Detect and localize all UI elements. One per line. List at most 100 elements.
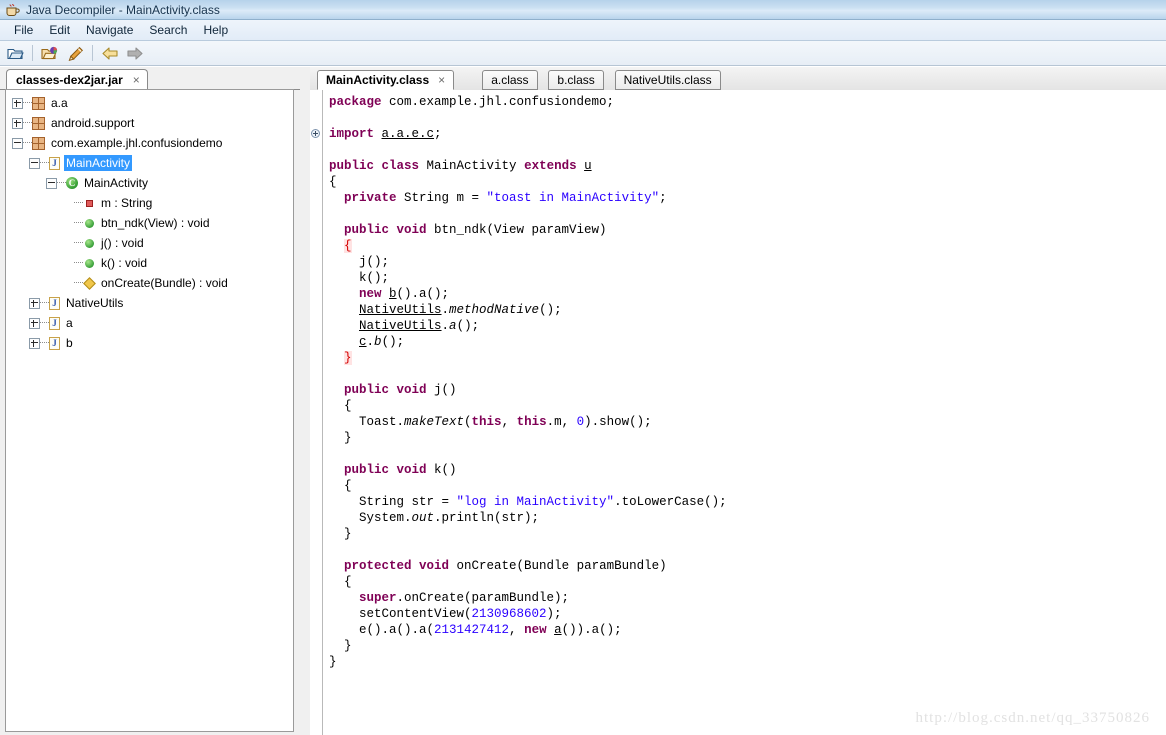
editor-tab-label: MainActivity.class: [326, 73, 430, 87]
code-token: "toast in MainActivity": [486, 191, 660, 205]
code-token: 0: [576, 415, 585, 429]
tree-node[interactable]: Ja: [6, 313, 293, 333]
protected-method-icon: [83, 276, 96, 290]
pane-splitter[interactable]: [300, 67, 310, 735]
back-icon[interactable]: [99, 43, 121, 64]
code-token: ).show();: [584, 415, 652, 429]
code-editor[interactable]: package com.example.jhl.confusiondemo; i…: [310, 90, 1166, 735]
java-cup-icon: [5, 3, 20, 17]
class-tree[interactable]: a.a android.support com.example.jhl.confus…: [5, 89, 294, 732]
code-token: .: [366, 335, 375, 349]
code-token: b: [389, 287, 397, 301]
editor-tab[interactable]: NativeUtils.class: [614, 70, 721, 90]
code-token: String m =: [404, 191, 487, 205]
editor-tab-close-icon[interactable]: ×: [438, 73, 445, 87]
menu-search[interactable]: Search: [141, 21, 195, 39]
tree-collapse-icon[interactable]: [29, 157, 40, 169]
open-file-icon[interactable]: [4, 43, 26, 64]
application-window: Java Decompiler - MainActivity.class Fil…: [0, 0, 1166, 735]
tree-node-label: a.a: [51, 96, 68, 110]
toolbar-separator-1: [32, 45, 33, 61]
tree-node[interactable]: k() : void: [6, 253, 293, 273]
tree-connector: [40, 322, 49, 324]
code-token: {: [329, 575, 352, 589]
code-token: public void: [344, 383, 435, 397]
tree-node[interactable]: C MainActivity: [6, 173, 293, 193]
tree-node[interactable]: J NativeUtils: [6, 293, 293, 313]
code-line: new b().a();: [323, 286, 1166, 302]
menu-help[interactable]: Help: [195, 21, 236, 39]
code-line: public void k(): [323, 462, 1166, 478]
tree-connector: [23, 122, 32, 124]
code-token: methodNative: [449, 303, 540, 317]
code-line: Toast.makeText(this, this.m, 0).show();: [323, 414, 1166, 430]
pen-icon[interactable]: [64, 43, 86, 64]
code-token: j();: [329, 255, 390, 269]
code-token: .: [441, 303, 450, 317]
code-line: super.onCreate(paramBundle);: [323, 590, 1166, 606]
package-icon: [32, 96, 45, 110]
open-type-icon[interactable]: [39, 43, 61, 64]
tree-expand-icon[interactable]: [12, 97, 23, 109]
tree-node[interactable]: m : String: [6, 193, 293, 213]
code-token: private: [344, 191, 405, 205]
editor-tab[interactable]: b.class: [548, 70, 604, 90]
code-token: }: [344, 351, 352, 365]
code-token: 2130968602: [471, 607, 547, 621]
tree-collapse-icon[interactable]: [46, 177, 57, 189]
public-method-icon: [85, 258, 94, 268]
menu-edit[interactable]: Edit: [41, 21, 78, 39]
menu-file[interactable]: File: [6, 21, 41, 39]
tree-connector: [74, 242, 83, 244]
code-token: this: [471, 415, 502, 429]
editor-tab[interactable]: MainActivity.class ×: [317, 70, 455, 90]
tree-expand-icon[interactable]: [29, 297, 40, 309]
tree-node[interactable]: Jb: [6, 333, 293, 353]
code-token: }: [329, 431, 352, 445]
tree-node[interactable]: J MainActivity: [6, 153, 293, 173]
tree-expand-icon[interactable]: [29, 337, 40, 349]
expand-imports-icon[interactable]: [311, 129, 320, 138]
tree-expand-icon[interactable]: [12, 117, 23, 129]
tree-connector: [23, 142, 32, 144]
tree-node-label: a: [66, 316, 73, 330]
code-token: ;: [659, 191, 667, 205]
tree-node[interactable]: onCreate(Bundle) : void: [6, 273, 293, 293]
code-token: }: [329, 639, 352, 653]
code-line: NativeUtils.methodNative();: [323, 302, 1166, 318]
tree-node-label: MainActivity: [84, 176, 149, 190]
tree-node[interactable]: com.example.jhl.confusiondemo: [6, 133, 293, 153]
tree-node[interactable]: a.a: [6, 93, 293, 113]
code-token: (: [464, 415, 472, 429]
tree-collapse-icon[interactable]: [12, 137, 23, 149]
tree-expand-icon[interactable]: [29, 317, 40, 329]
tree-node[interactable]: android.support: [6, 113, 293, 133]
code-line: }: [323, 638, 1166, 654]
code-token: .println(str);: [434, 511, 540, 525]
code-token: .toLowerCase();: [614, 495, 727, 509]
code-token: setContentView(: [329, 607, 472, 621]
menu-bar: File Edit Navigate Search Help: [0, 20, 1166, 41]
forward-icon[interactable]: [124, 43, 146, 64]
menu-navigate[interactable]: Navigate: [78, 21, 141, 39]
code-token: import: [329, 127, 382, 141]
code-token: {: [329, 399, 352, 413]
tree-node[interactable]: j() : void: [6, 233, 293, 253]
tree-node[interactable]: btn_ndk(View) : void: [6, 213, 293, 233]
package-explorer-pane: classes-dex2jar.jar × a.a android.support…: [0, 67, 300, 735]
editor-tab[interactable]: a.class: [482, 70, 538, 90]
tree-node-label: j() : void: [101, 236, 144, 250]
code-line: e().a().a(2131427412, new a()).a();: [323, 622, 1166, 638]
editor-pane: MainActivity.class × a.class b.class NativeU…: [310, 67, 1166, 735]
jar-tab-classes-dex2jar[interactable]: classes-dex2jar.jar ×: [6, 69, 148, 90]
jar-tab-close-icon[interactable]: ×: [133, 73, 140, 87]
tree-node-label: android.support: [51, 116, 135, 130]
java-file-icon: J: [49, 296, 60, 310]
tree-root: a.a android.support com.example.jhl.confus…: [6, 90, 293, 353]
